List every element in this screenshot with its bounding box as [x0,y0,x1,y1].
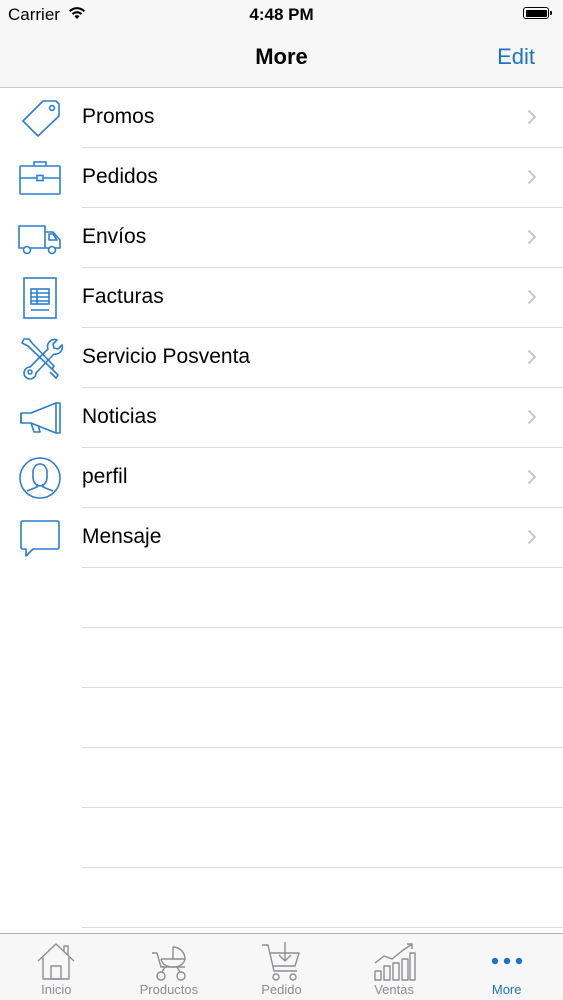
chevron-right-icon [527,289,537,305]
menu-item-pedidos[interactable]: Pedidos [0,148,563,208]
status-bar: Carrier 4:48 PM [0,0,563,30]
more-menu-list: Promos Pedidos Envíos Facturas Servicio … [0,88,563,928]
tab-inicio[interactable]: Inicio [0,934,113,1000]
menu-item-perfil[interactable]: perfil [0,448,563,508]
tag-icon [22,100,60,137]
page-title: More [255,44,308,69]
tab-label: More [491,982,522,997]
empty-row [0,808,563,868]
status-time: 4:48 PM [249,5,314,24]
menu-item-promos[interactable]: Promos [0,88,563,148]
edit-button[interactable]: Edit [497,44,535,70]
tools-icon [21,338,64,380]
empty-row [0,568,563,628]
megaphone-icon [20,402,61,434]
menu-item-label: Promos [82,105,155,128]
message-icon [20,520,60,557]
empty-row [0,868,563,928]
more-icon [491,957,522,965]
chevron-right-icon [527,349,537,365]
stroller-icon [151,946,186,981]
menu-item-servicio-posventa[interactable]: Servicio Posventa [0,328,563,388]
chevron-right-icon [527,409,537,425]
menu-item-label: Servicio Posventa [82,345,251,368]
chevron-right-icon [527,469,537,485]
tab-pedido[interactable]: Pedido [225,934,338,1000]
tab-label: Ventas [374,982,414,997]
empty-row [0,628,563,688]
menu-item-label: Envíos [82,225,147,248]
menu-item-facturas[interactable]: Facturas [0,268,563,328]
menu-item-label: perfil [82,465,128,488]
tab-bar: Inicio Productos Pedido Ventas More [0,933,563,1000]
navigation-bar: More Edit [0,30,563,88]
chevron-right-icon [527,169,537,185]
tab-label: Pedido [261,982,302,997]
row-separator [82,927,563,928]
menu-item-label: Facturas [82,285,164,308]
home-icon [37,943,75,980]
briefcase-icon [19,161,61,195]
menu-item-label: Pedidos [82,165,158,188]
tab-more[interactable]: More [450,934,563,1000]
tab-productos[interactable]: Productos [113,934,226,1000]
bar-chart-icon [374,943,416,981]
empty-row [0,688,563,748]
battery-icon [523,7,552,19]
invoice-icon [23,277,57,319]
chevron-right-icon [527,109,537,125]
profile-icon [19,457,61,499]
cart-icon [262,942,301,981]
chevron-right-icon [527,229,537,245]
chevron-right-icon [527,529,537,545]
menu-item-label: Noticias [82,405,157,428]
menu-item-label: Mensaje [82,525,162,548]
tab-label: Productos [139,982,199,997]
menu-item-noticias[interactable]: Noticias [0,388,563,448]
menu-item-envios[interactable]: Envíos [0,208,563,268]
truck-icon [18,225,61,255]
menu-item-mensaje[interactable]: Mensaje [0,508,563,568]
empty-row [0,748,563,808]
tab-ventas[interactable]: Ventas [338,934,451,1000]
tab-label: Inicio [41,982,72,997]
